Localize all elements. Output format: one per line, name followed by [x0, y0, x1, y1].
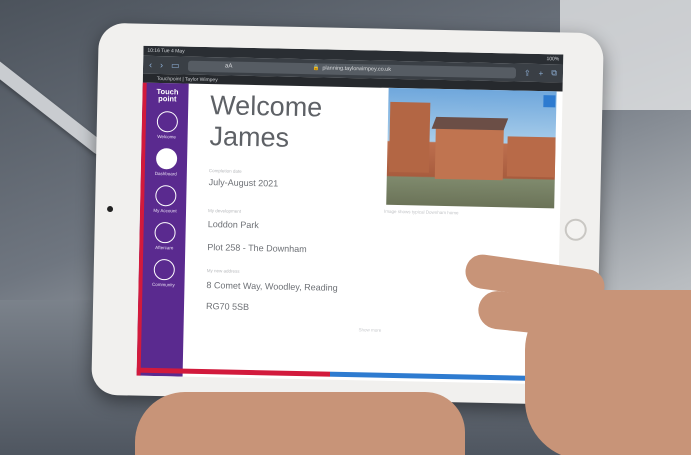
left-hand	[135, 392, 465, 455]
house-photo	[386, 87, 557, 209]
house-left	[388, 101, 431, 173]
sidebar-item-community[interactable]: Community	[142, 258, 185, 288]
touchpoint-logo: Touch point	[156, 86, 179, 104]
lock-icon: 🔒	[312, 65, 320, 72]
back-icon[interactable]: ‹	[149, 60, 152, 70]
sidebar-item-label: My Account	[153, 207, 177, 214]
address-line2: RG70 5SB	[205, 301, 250, 312]
main-content: Welcome James Completion date July-Augus…	[183, 84, 563, 385]
tab-title[interactable]: Touchpoint | Taylor Wimpey	[157, 75, 218, 82]
house-center	[434, 126, 504, 181]
page-title: Welcome James	[209, 90, 323, 153]
right-hand	[525, 290, 691, 455]
show-more-link[interactable]: Show more	[359, 327, 382, 332]
tabs-icon[interactable]: ⧉	[551, 68, 557, 78]
touchpoint-app: Touch point Welcome Dashboard My Account	[136, 82, 563, 385]
camera-icon	[106, 205, 114, 213]
community-icon	[153, 258, 175, 281]
account-icon	[154, 184, 177, 207]
aftercare-icon	[153, 221, 176, 244]
reader-icon[interactable]: ▭	[171, 60, 180, 71]
stair-rail	[0, 41, 109, 158]
development-value: Loddon Park	[207, 219, 259, 231]
tablet-screen: 10:16 Tue 4 May 100% ‹ › ▭ aA 🔒 planning…	[136, 45, 564, 385]
background-photo: 10:16 Tue 4 May 100% ‹ › ▭ aA 🔒 planning…	[0, 0, 691, 455]
completion-label: Completion date	[208, 168, 242, 174]
dashboard-icon	[155, 147, 177, 170]
forward-icon[interactable]: ›	[160, 60, 163, 70]
new-tab-icon[interactable]: +	[539, 68, 544, 77]
sidebar-item-aftercare[interactable]: Aftercare	[143, 221, 186, 251]
address-line1: 8 Comet Way, Woodley, Reading	[206, 280, 338, 293]
sidebar-item-dashboard[interactable]: Dashboard	[145, 147, 188, 177]
sidebar-item-my-account[interactable]: My Account	[144, 184, 187, 214]
house-right	[506, 136, 556, 178]
completion-value: July-August 2021	[208, 177, 279, 189]
sidebar-item-label: Community	[152, 281, 175, 288]
expand-icon[interactable]	[543, 95, 556, 108]
url-text: planning.taylorwimpey.co.uk	[322, 65, 392, 73]
battery-status: 100%	[546, 56, 560, 63]
status-time: 10:16 Tue 4 May	[147, 47, 185, 55]
development-label: My development	[207, 208, 242, 214]
sidebar-item-label: Dashboard	[154, 170, 177, 177]
welcome-icon	[156, 110, 178, 133]
photo-caption: Image shows typical Downham home	[384, 208, 459, 216]
plot-value: Plot 258 - The Downham	[207, 242, 307, 255]
sidebar-item-label: Aftercare	[155, 244, 174, 251]
share-icon[interactable]: ⇪	[524, 68, 531, 77]
sidebar-item-label: Welcome	[157, 133, 176, 140]
home-button[interactable]	[564, 218, 587, 242]
sidebar-item-welcome[interactable]: Welcome	[146, 110, 189, 140]
text-size-button[interactable]: aA	[225, 63, 232, 69]
sidebar: Touch point Welcome Dashboard My Account	[136, 82, 189, 377]
address-label: My new address	[206, 268, 240, 274]
roof	[431, 116, 509, 131]
